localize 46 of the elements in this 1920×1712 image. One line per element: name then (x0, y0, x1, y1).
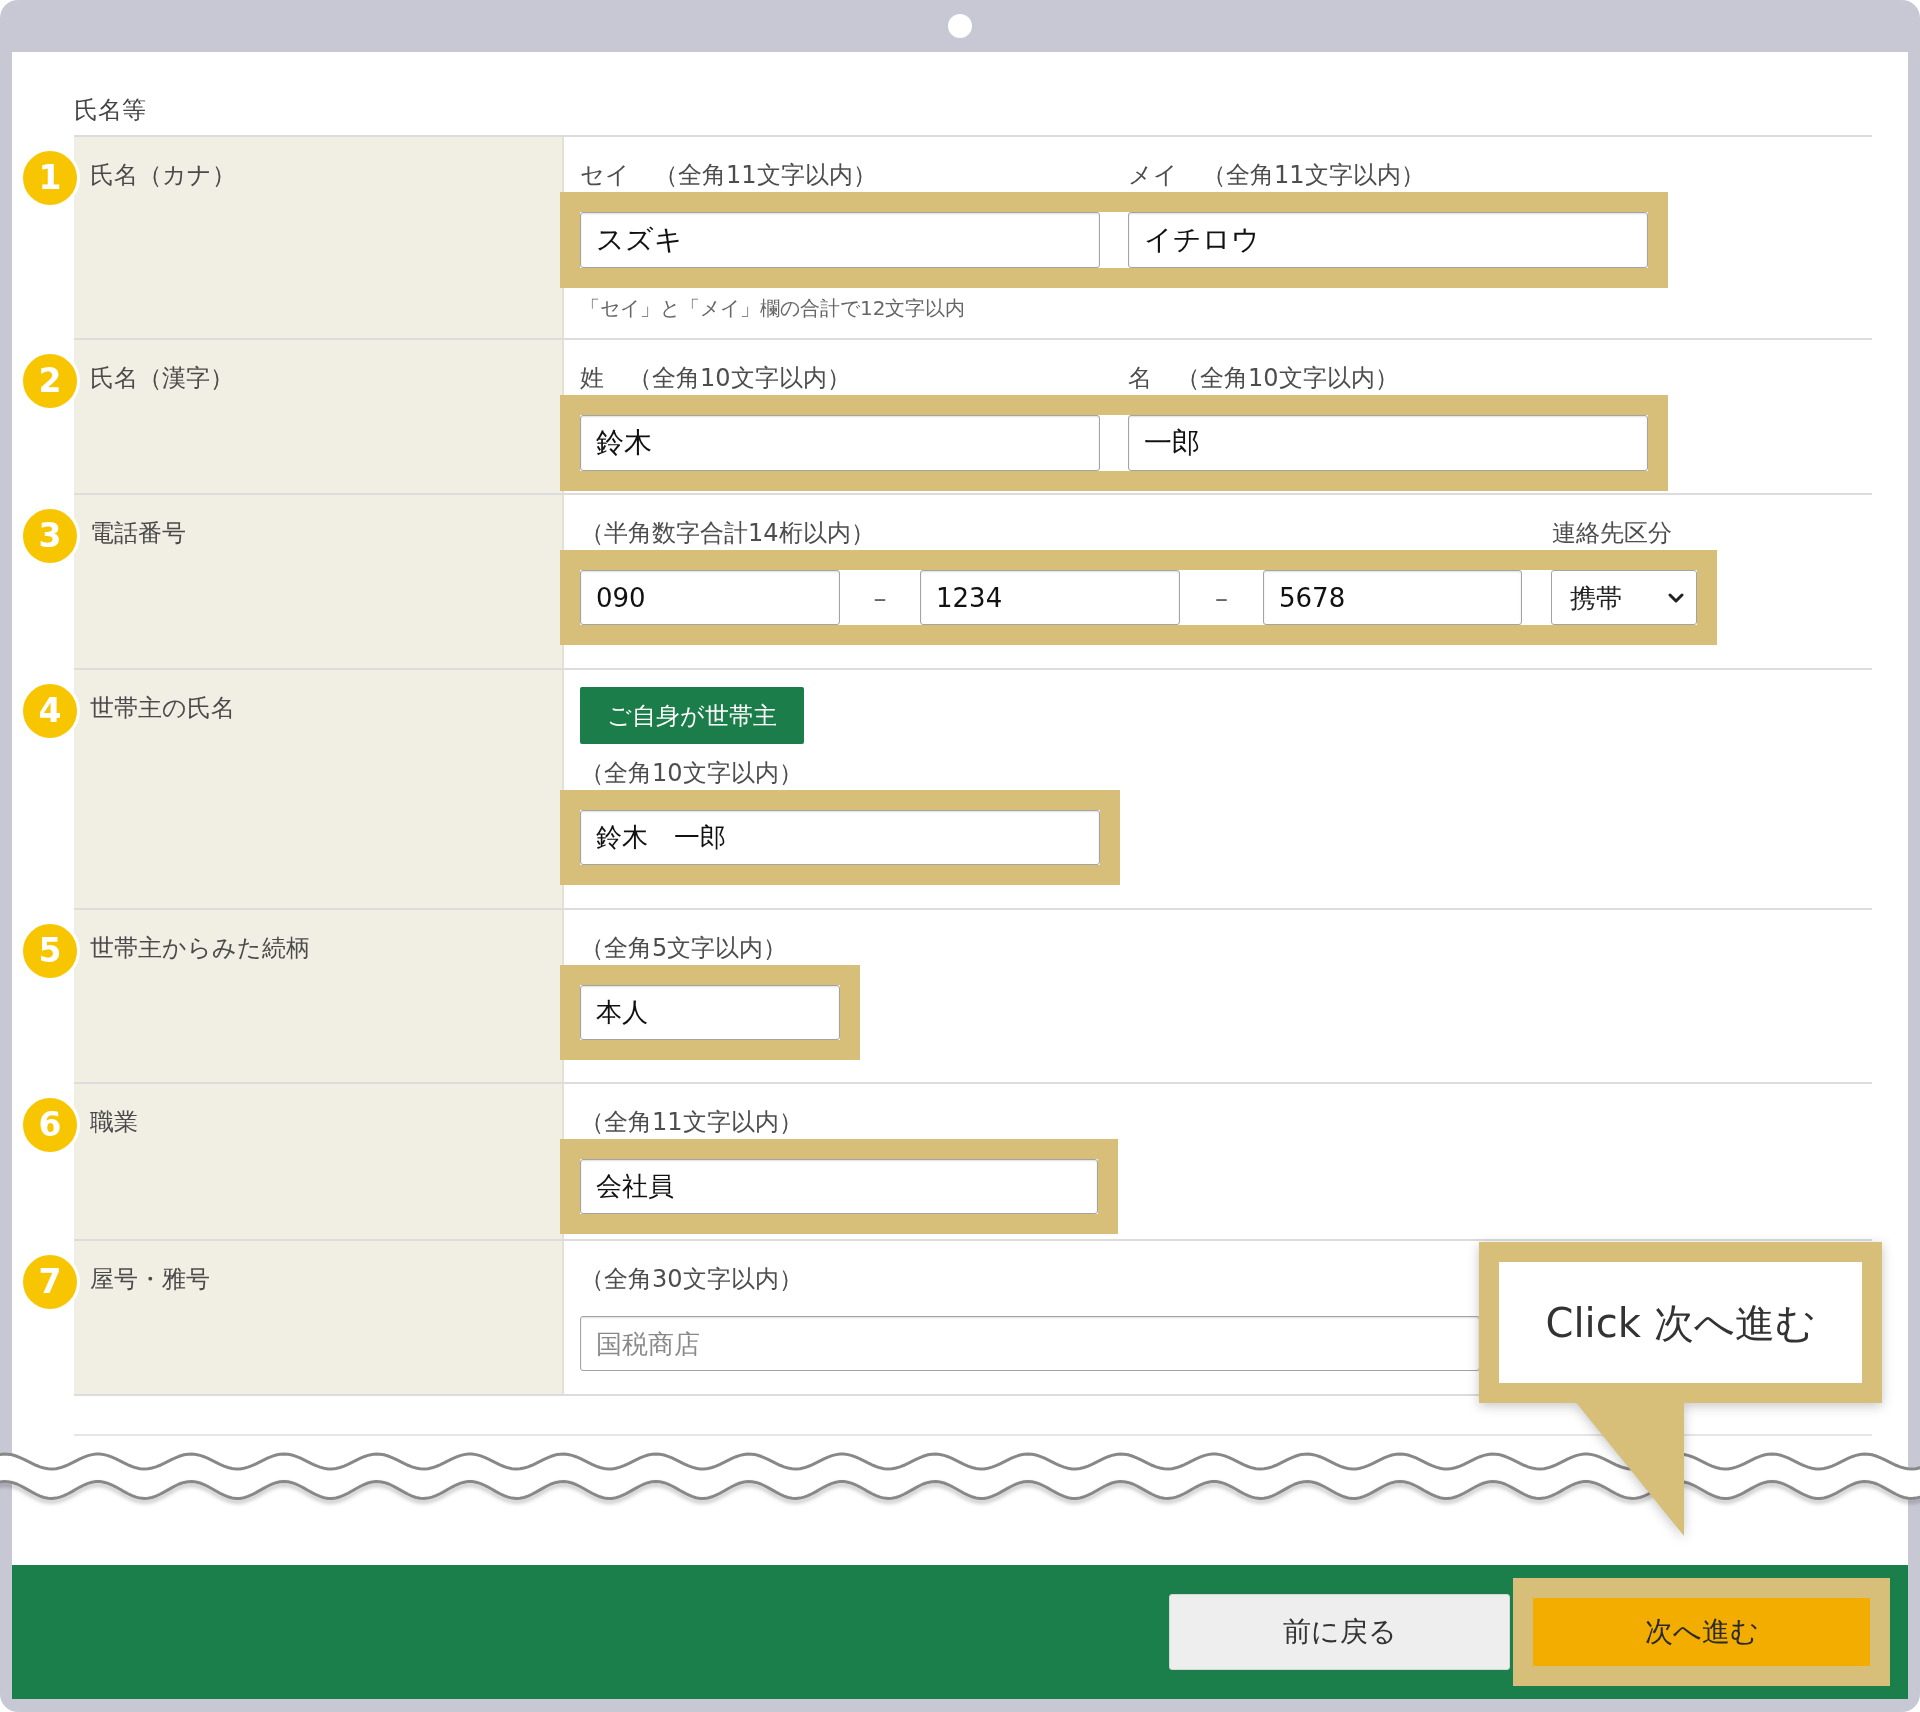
step-number-badge: 5 (20, 921, 80, 981)
step-number-badge: 7 (20, 1252, 80, 1312)
text-input[interactable]: イチロウ (1128, 212, 1648, 268)
step-number-badge: 1 (20, 148, 80, 208)
frame-dot-icon (948, 14, 972, 38)
field-label: 世帯主の氏名 (90, 693, 235, 723)
hint-text: セイ （全角11文字以内） (580, 161, 877, 189)
chevron-down-icon (1668, 592, 1684, 603)
text-input[interactable]: 会社員 (580, 1159, 1098, 1214)
field-label: 電話番号 (90, 518, 186, 548)
field-label: 氏名（カナ） (90, 160, 236, 190)
text-input[interactable]: 国税商店 (580, 1316, 1480, 1371)
step-number-badge: 3 (20, 506, 80, 566)
text-input[interactable]: 090 (580, 570, 840, 625)
hint-text: （全角30文字以内） (580, 1265, 803, 1293)
step-number-badge: 2 (20, 351, 80, 411)
text-input[interactable]: 1234 (920, 570, 1180, 625)
step-number-badge: 4 (20, 681, 80, 741)
hint-text: （全角10文字以内） (580, 759, 803, 787)
hint-text: メイ （全角11文字以内） (1128, 161, 1425, 189)
callout-text: Click 次へ進む (1545, 1298, 1816, 1347)
hint-text: （全角11文字以内） (580, 1108, 803, 1136)
field-label: 職業 (90, 1107, 138, 1137)
step-number-badge: 6 (20, 1095, 80, 1155)
text-input[interactable]: 5678 (1263, 570, 1522, 625)
text-input[interactable]: 本人 (580, 985, 840, 1040)
separator-dash: – (873, 582, 887, 613)
section-title: 氏名等 (74, 96, 146, 124)
hint-text: （全角5文字以内） (580, 934, 788, 962)
back-button[interactable]: 前に戻る (1169, 1594, 1510, 1670)
next-button[interactable]: 次へ進む (1533, 1598, 1870, 1666)
field-label: 世帯主からみた続柄 (90, 933, 310, 963)
text-input[interactable]: 一郎 (1128, 415, 1648, 471)
hint-text: 姓 （全角10文字以内） (580, 364, 851, 392)
field-label: 屋号・雅号 (90, 1264, 210, 1294)
field-label: 氏名（漢字） (90, 363, 234, 393)
text-input[interactable]: 鈴木 一郎 (580, 810, 1100, 865)
text-input[interactable]: スズキ (580, 212, 1100, 268)
contact-type-select[interactable]: 携帯 (1551, 570, 1697, 625)
hint-text: （半角数字合計14桁以内） (580, 519, 875, 547)
self-householder-button[interactable]: ご自身が世帯主 (580, 687, 804, 744)
hint-text: 名 （全角10文字以内） (1128, 364, 1399, 392)
text-input[interactable]: 鈴木 (580, 415, 1100, 471)
separator-dash: – (1215, 582, 1228, 613)
select-label: 連絡先区分 (1552, 519, 1672, 547)
note-text: 「セイ」と「メイ」欄の合計で12文字以内 (580, 296, 966, 320)
